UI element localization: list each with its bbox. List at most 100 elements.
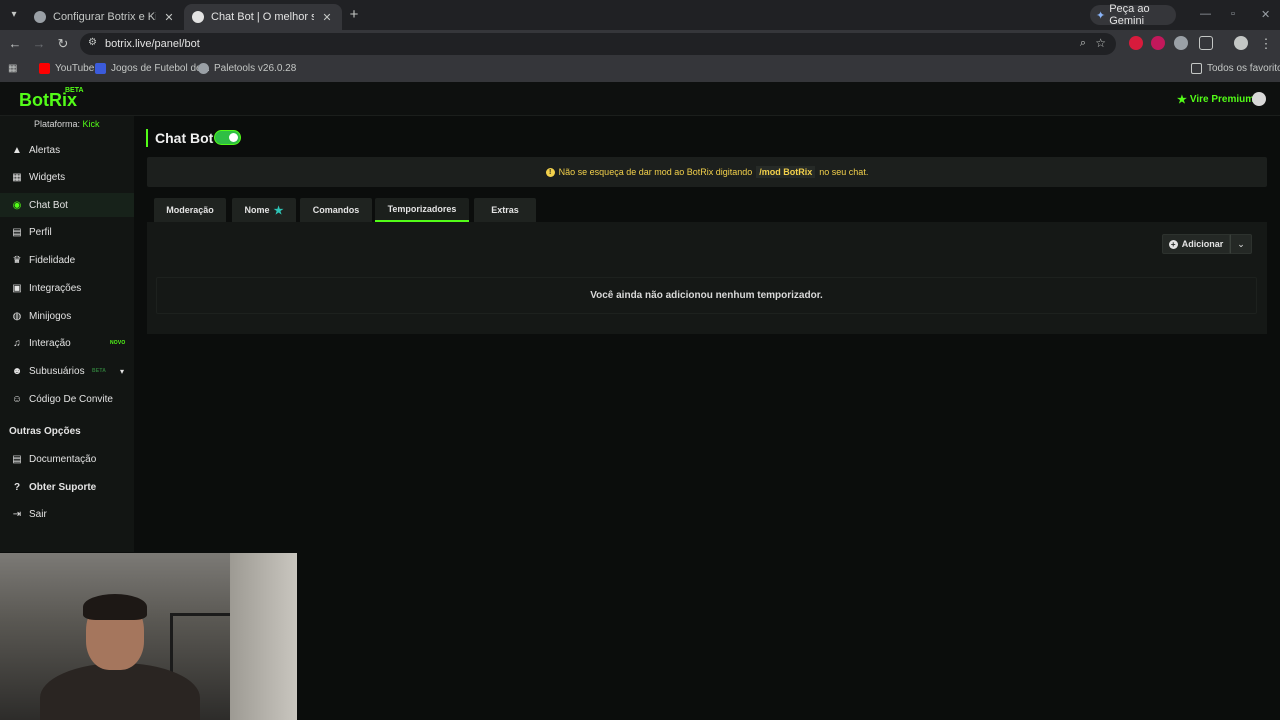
- tab-favicon-icon: [192, 11, 204, 23]
- extensions-puzzle-icon[interactable]: [1199, 36, 1213, 50]
- sidebar-item-documentacao[interactable]: ▤ Documentação: [0, 447, 134, 471]
- notice-text-before: Não se esqueça de dar mod ao BotRix digi…: [558, 167, 753, 177]
- webcam-overlay: [0, 553, 297, 720]
- sidebar-item-perfil[interactable]: ▤ Perfil: [0, 220, 134, 244]
- tab-label: Comandos: [312, 205, 360, 215]
- sidebar-item-obter-suporte[interactable]: ? Obter Suporte: [0, 475, 134, 499]
- restore-icon[interactable]: ▫: [1231, 8, 1235, 20]
- apps-grid-icon[interactable]: ▦: [8, 63, 17, 74]
- app-header: [0, 82, 1280, 116]
- botrix-logo[interactable]: BotRix BETA: [19, 87, 84, 111]
- browser-tab-1[interactable]: Configurar Botrix e KickBot ✕: [26, 4, 184, 30]
- tab-label: Nome: [244, 205, 270, 215]
- chevron-down-icon[interactable]: ▾: [120, 367, 124, 376]
- profile-icon: ▤: [12, 226, 22, 238]
- sidebar-item-fidelidade[interactable]: ♛ Fidelidade: [0, 248, 134, 272]
- tab-nome[interactable]: Nome ★: [232, 198, 296, 222]
- tab-label: Temporizadores: [387, 204, 457, 214]
- zoom-magnifier-icon[interactable]: ⌕: [1080, 37, 1086, 50]
- platform-value: Kick: [82, 119, 100, 129]
- profile-avatar-icon[interactable]: [1234, 36, 1248, 50]
- browser-tabstrip: ▾ Configurar Botrix e KickBot ✕ Chat Bot…: [0, 0, 1280, 30]
- close-window-icon[interactable]: ✕: [1261, 8, 1270, 21]
- url-text[interactable]: botrix.live/panel/bot: [105, 38, 200, 50]
- sidebar-item-label: Subusuários: [29, 365, 85, 377]
- bookmark-paletools[interactable]: Paletools v26.0.28: [198, 63, 296, 74]
- sidebar-item-chat-bot[interactable]: ◉ Chat Bot: [0, 193, 134, 217]
- tab-search-chevron-icon[interactable]: ▾: [6, 7, 22, 23]
- tab-extras[interactable]: Extras: [474, 198, 536, 222]
- plus-circle-icon: +: [1168, 239, 1178, 249]
- notice-text-after: no seu chat.: [819, 167, 869, 177]
- sidebar-item-interacao[interactable]: ♫ Interação NOVO: [0, 331, 134, 355]
- forward-arrow-icon[interactable]: →: [31, 36, 47, 52]
- address-bar[interactable]: ⚙ botrix.live/panel/bot ⌕ ☆: [80, 33, 1116, 55]
- add-timer-button[interactable]: + Adicionar: [1162, 234, 1230, 254]
- sidebar-item-codigo-de-convite[interactable]: ☺ Código De Convite: [0, 387, 134, 411]
- empty-timers-message: Você ainda não adicionou nenhum temporiz…: [156, 277, 1257, 314]
- chevron-down-icon: ⌄: [1237, 239, 1245, 249]
- bookmark-star-icon[interactable]: ☆: [1095, 36, 1106, 50]
- new-tab-plus-icon[interactable]: +: [346, 6, 362, 24]
- bookmark-label: Paletools v26.0.28: [214, 63, 297, 74]
- sidebar-item-sair[interactable]: ⇥ Sair: [0, 502, 134, 526]
- extension-download-icon[interactable]: [1151, 36, 1165, 50]
- bookmark-label: Jogos de Futebol de...: [111, 63, 210, 74]
- music-icon: ♫: [13, 337, 21, 349]
- sidebar-item-minijogos[interactable]: ◍ Minijogos: [0, 304, 134, 328]
- user-avatar[interactable]: [1252, 92, 1266, 106]
- help-icon: ?: [13, 481, 21, 493]
- tab-favicon-icon: [34, 11, 46, 23]
- sidebar-item-alertas[interactable]: ▲ Alertas: [0, 138, 134, 162]
- close-tab-icon[interactable]: ✕: [162, 11, 176, 24]
- extension-play-icon[interactable]: [1174, 36, 1188, 50]
- sidebar-item-integracoes[interactable]: ▣ Integrações: [0, 276, 134, 300]
- star-icon: ★: [1177, 94, 1187, 106]
- sidebar-item-subusuarios[interactable]: ☻ Subusuários BETA ▾: [0, 359, 134, 383]
- tab-title: Configurar Botrix e KickBot: [53, 11, 156, 23]
- info-icon: !: [545, 167, 555, 177]
- new-badge: NOVO: [110, 340, 126, 346]
- sidebar-item-label: Minijogos: [29, 310, 72, 322]
- minimize-icon[interactable]: —: [1200, 8, 1211, 20]
- notice-command: /mod BotRix: [756, 166, 816, 178]
- logo-beta-badge: BETA: [65, 87, 84, 94]
- logout-icon: ⇥: [12, 508, 22, 520]
- ask-gemini-button[interactable]: ✦ Peça ao Gemini: [1090, 3, 1176, 27]
- globe-icon: [198, 63, 209, 74]
- reload-icon[interactable]: ↻: [55, 36, 71, 52]
- add-button-label: Adicionar: [1181, 239, 1224, 249]
- bookmark-youtube[interactable]: YouTube: [39, 63, 94, 74]
- bot-enabled-toggle[interactable]: [214, 130, 241, 145]
- integrations-icon: ▣: [12, 282, 22, 294]
- folder-icon: [1191, 63, 1202, 74]
- all-bookmarks-folder[interactable]: Todos os favoritos: [1191, 63, 1280, 74]
- bookmarks-bar: ▦ YouTube Jogos de Futebol de... Paletoo…: [0, 58, 1280, 82]
- back-arrow-icon[interactable]: ←: [7, 36, 23, 52]
- browser-toolbar: ← → ↻ ⚙ botrix.live/panel/bot ⌕ ☆ ⋮: [0, 30, 1280, 58]
- close-tab-icon[interactable]: ✕: [320, 11, 334, 24]
- tab-moderacao[interactable]: Moderação: [154, 198, 226, 222]
- go-premium-link[interactable]: ★ Vire Premium: [1177, 93, 1254, 106]
- tab-label: Extras: [491, 205, 519, 215]
- add-options-dropdown[interactable]: ⌄: [1230, 234, 1252, 254]
- tab-comandos[interactable]: Comandos: [300, 198, 372, 222]
- sidebar-item-widgets[interactable]: ▦ Widgets: [0, 165, 134, 189]
- gamepad-icon: ◍: [12, 310, 22, 322]
- users-icon: ☻: [11, 365, 23, 377]
- extension-red-icon[interactable]: [1129, 36, 1143, 50]
- trophy-icon: ♛: [12, 254, 22, 266]
- youtube-icon: [39, 63, 50, 74]
- premium-label: Vire Premium: [1189, 94, 1255, 105]
- browser-menu-kebab-icon[interactable]: ⋮: [1258, 36, 1274, 52]
- browser-tab-2[interactable]: Chat Bot | O melhor software p ✕: [184, 4, 342, 30]
- tab-temporizadores[interactable]: Temporizadores: [375, 198, 469, 222]
- sidebar-item-label: Documentação: [29, 453, 97, 465]
- tab-label: Moderação: [166, 205, 214, 215]
- game-icon: [95, 63, 106, 74]
- webcam-person-hair: [83, 594, 147, 620]
- sidebar-item-label: Sair: [29, 508, 47, 520]
- premium-star-icon: ★: [273, 204, 284, 217]
- bookmark-jogos[interactable]: Jogos de Futebol de...: [95, 63, 210, 74]
- site-info-icon[interactable]: ⚙: [88, 37, 97, 48]
